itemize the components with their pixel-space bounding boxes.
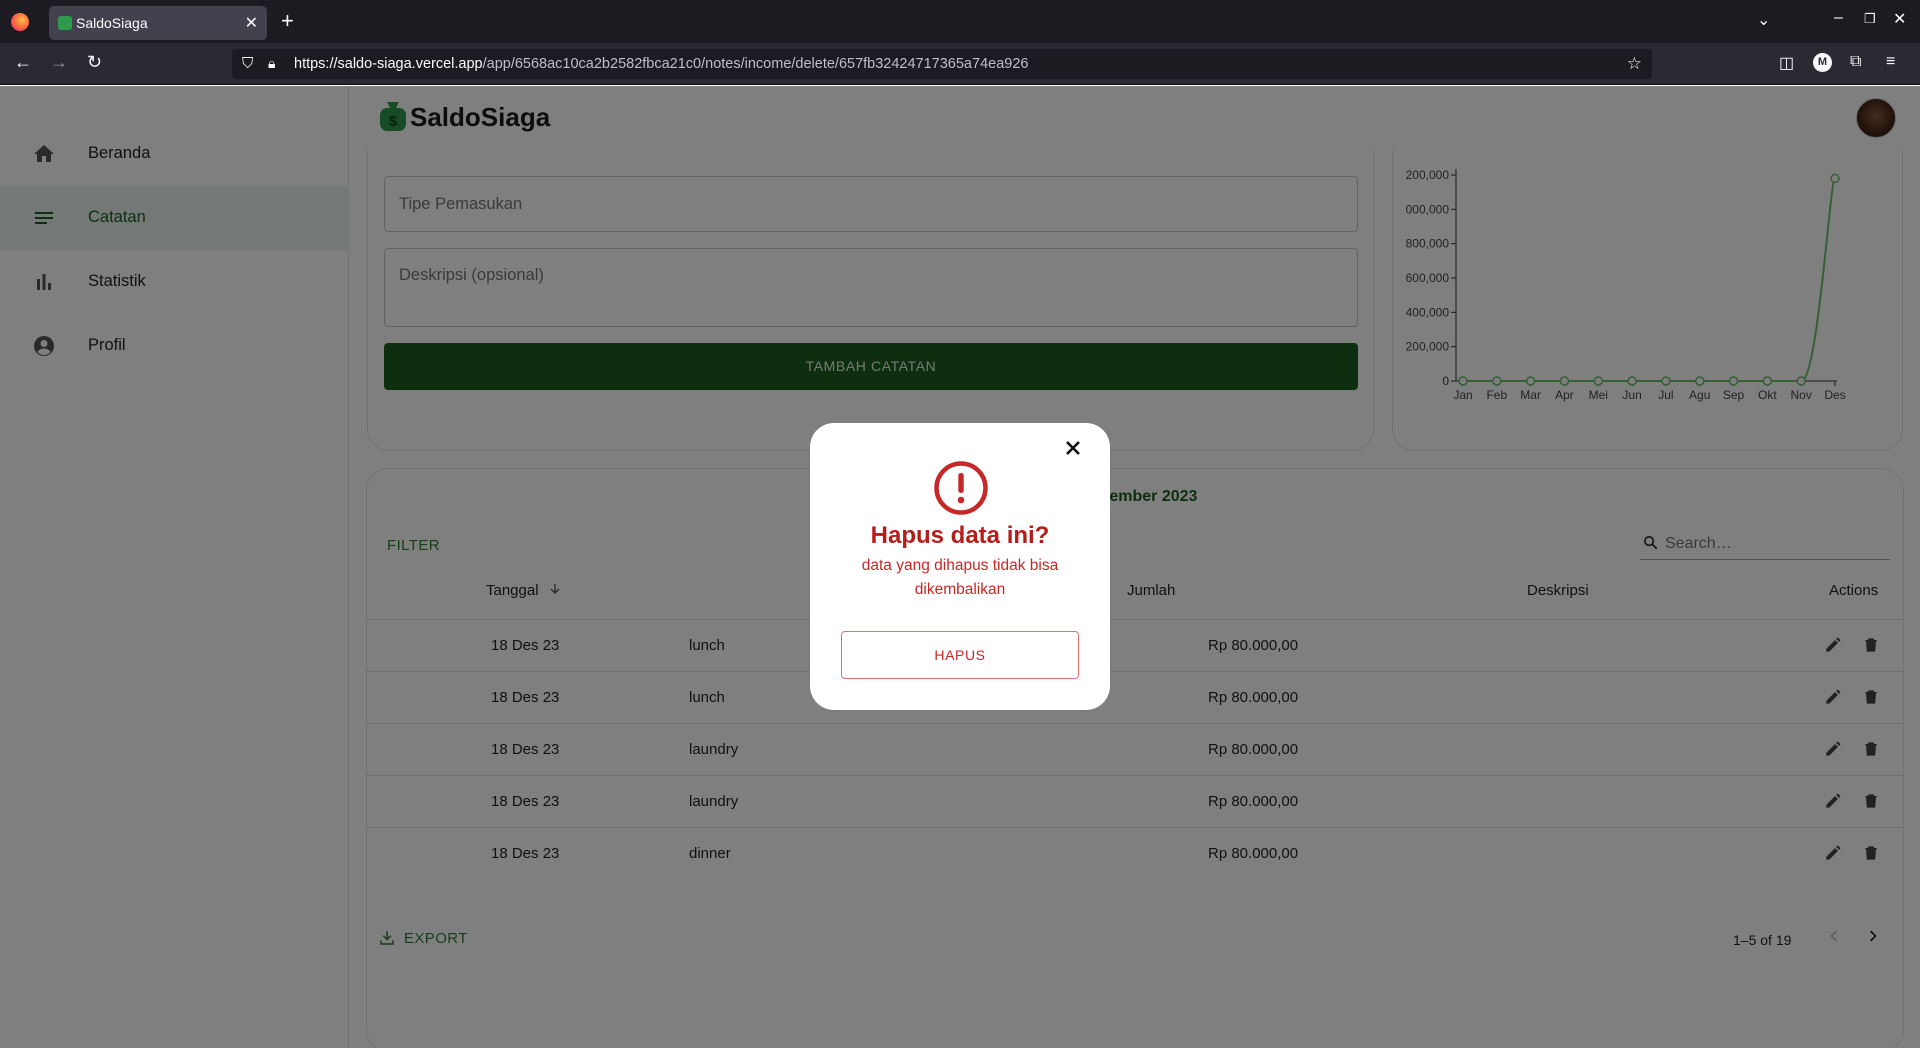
- tracking-shield-icon[interactable]: ⛉: [242, 55, 253, 72]
- alert-exclamation-icon: [934, 461, 988, 515]
- url-bar[interactable]: ⛉ 🔒︎ https://saldo-siaga.vercel.app/app/…: [232, 49, 1652, 79]
- reload-icon[interactable]: ↻: [87, 52, 102, 73]
- dialog-message: data yang dihapus tidak bisa dikembalika…: [861, 557, 1059, 598]
- tab-favicon-icon: [58, 16, 72, 30]
- url-text[interactable]: https://saldo-siaga.vercel.app/app/6568a…: [294, 56, 1028, 72]
- tab-close-icon[interactable]: ✕: [245, 13, 258, 33]
- pocket-icon[interactable]: ◫: [1779, 53, 1794, 73]
- firefox-logo-icon[interactable]: [11, 13, 29, 31]
- hapus-button[interactable]: HAPUS: [841, 631, 1079, 679]
- menu-hamburger-icon[interactable]: ≡: [1886, 53, 1895, 71]
- browser-tab-bar: SaldoSiaga ✕ + ⌄ – ❐ ✕: [0, 0, 1920, 43]
- back-arrow-icon[interactable]: ←: [14, 52, 32, 73]
- extensions-icon[interactable]: ⧉: [1850, 53, 1861, 71]
- browser-nav-bar: ← → ↻ ⛉ 🔒︎ https://saldo-siaga.vercel.ap…: [0, 43, 1920, 85]
- close-icon[interactable]: [1061, 436, 1085, 460]
- browser-tab[interactable]: SaldoSiaga ✕: [49, 6, 267, 40]
- window-close-icon[interactable]: ✕: [1893, 9, 1906, 29]
- forward-arrow-icon[interactable]: →: [50, 52, 68, 73]
- restore-icon[interactable]: ❐: [1864, 11, 1876, 27]
- minimize-icon[interactable]: –: [1834, 9, 1843, 27]
- tab-title: SaldoSiaga: [76, 15, 148, 31]
- new-tab-icon[interactable]: +: [281, 8, 294, 34]
- dialog-title: Hapus data ini?: [870, 522, 1050, 549]
- delete-confirm-dialog: Hapus data ini? data yang dihapus tidak …: [810, 423, 1110, 710]
- lock-icon[interactable]: 🔒︎: [268, 55, 275, 72]
- account-avatar-icon[interactable]: M: [1813, 53, 1832, 72]
- bookmark-star-icon[interactable]: ☆: [1627, 54, 1642, 74]
- list-tabs-chevron-icon[interactable]: ⌄: [1757, 10, 1770, 30]
